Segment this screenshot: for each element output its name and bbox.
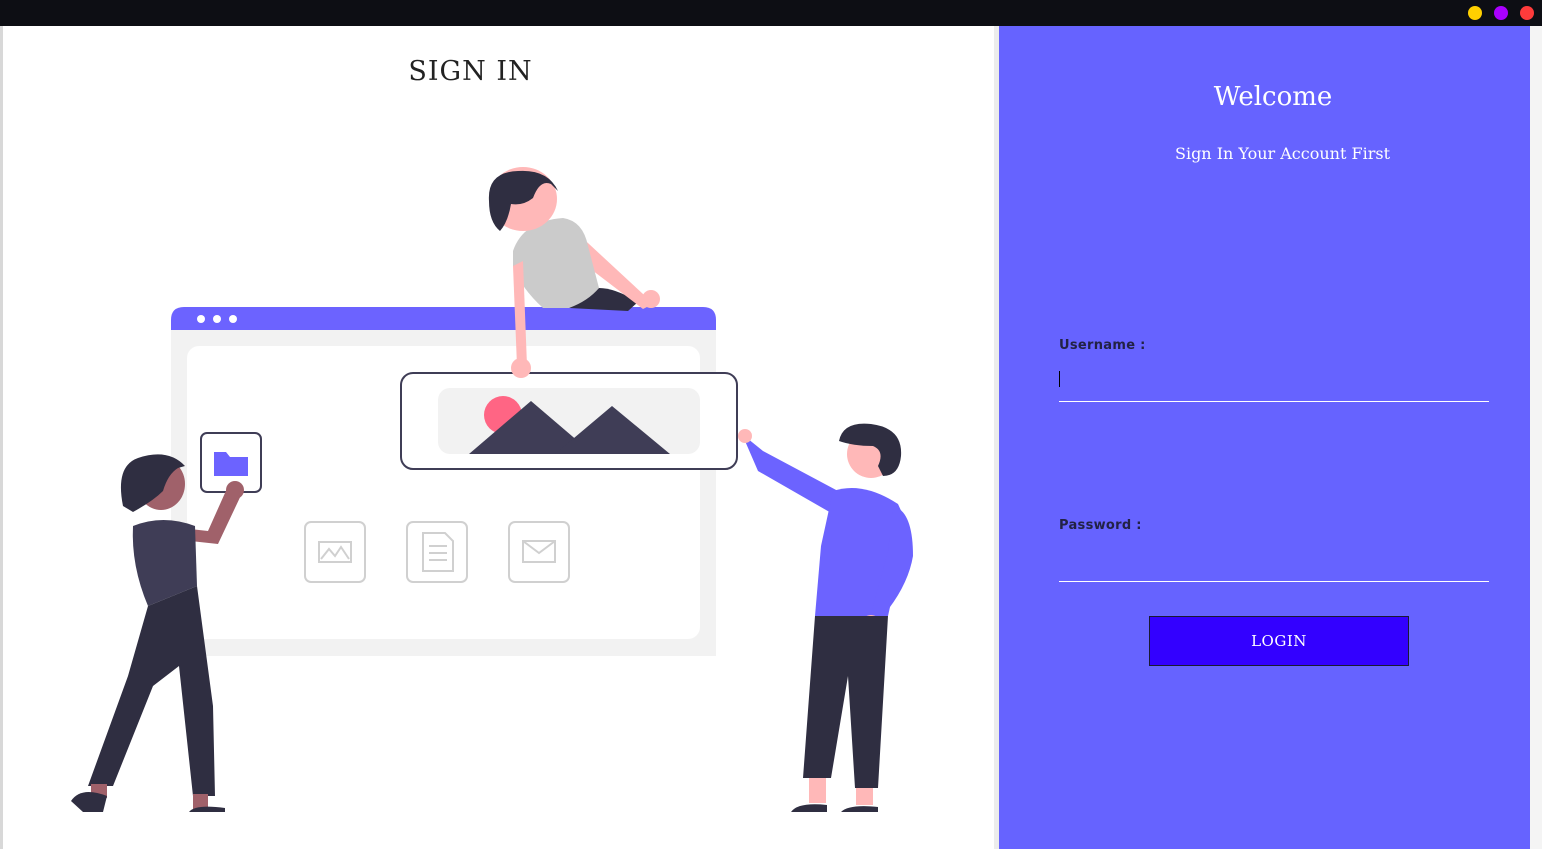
welcome-subheading: Sign In Your Account First <box>1174 144 1390 163</box>
password-input[interactable] <box>1059 549 1489 582</box>
maximize-window-button[interactable] <box>1494 6 1508 20</box>
signin-left-panel: SIGN IN <box>3 26 994 849</box>
right-edge <box>1530 26 1542 849</box>
man-right-figure <box>738 423 913 812</box>
window-titlebar <box>0 0 1542 26</box>
username-input[interactable] <box>1059 369 1489 402</box>
signin-right-panel: Welcome Sign In Your Account First Usern… <box>999 26 1530 849</box>
welcome-heading: Welcome <box>1213 82 1333 112</box>
password-label: Password : <box>1059 518 1142 533</box>
photo-card-graphic <box>400 372 738 470</box>
minimize-window-button[interactable] <box>1468 6 1482 20</box>
page-title: SIGN IN <box>408 56 533 87</box>
signin-illustration <box>71 167 913 812</box>
text-caret <box>1059 371 1060 387</box>
close-window-button[interactable] <box>1520 6 1534 20</box>
login-button[interactable]: LOGIN <box>1149 616 1409 666</box>
username-label: Username : <box>1059 338 1146 353</box>
